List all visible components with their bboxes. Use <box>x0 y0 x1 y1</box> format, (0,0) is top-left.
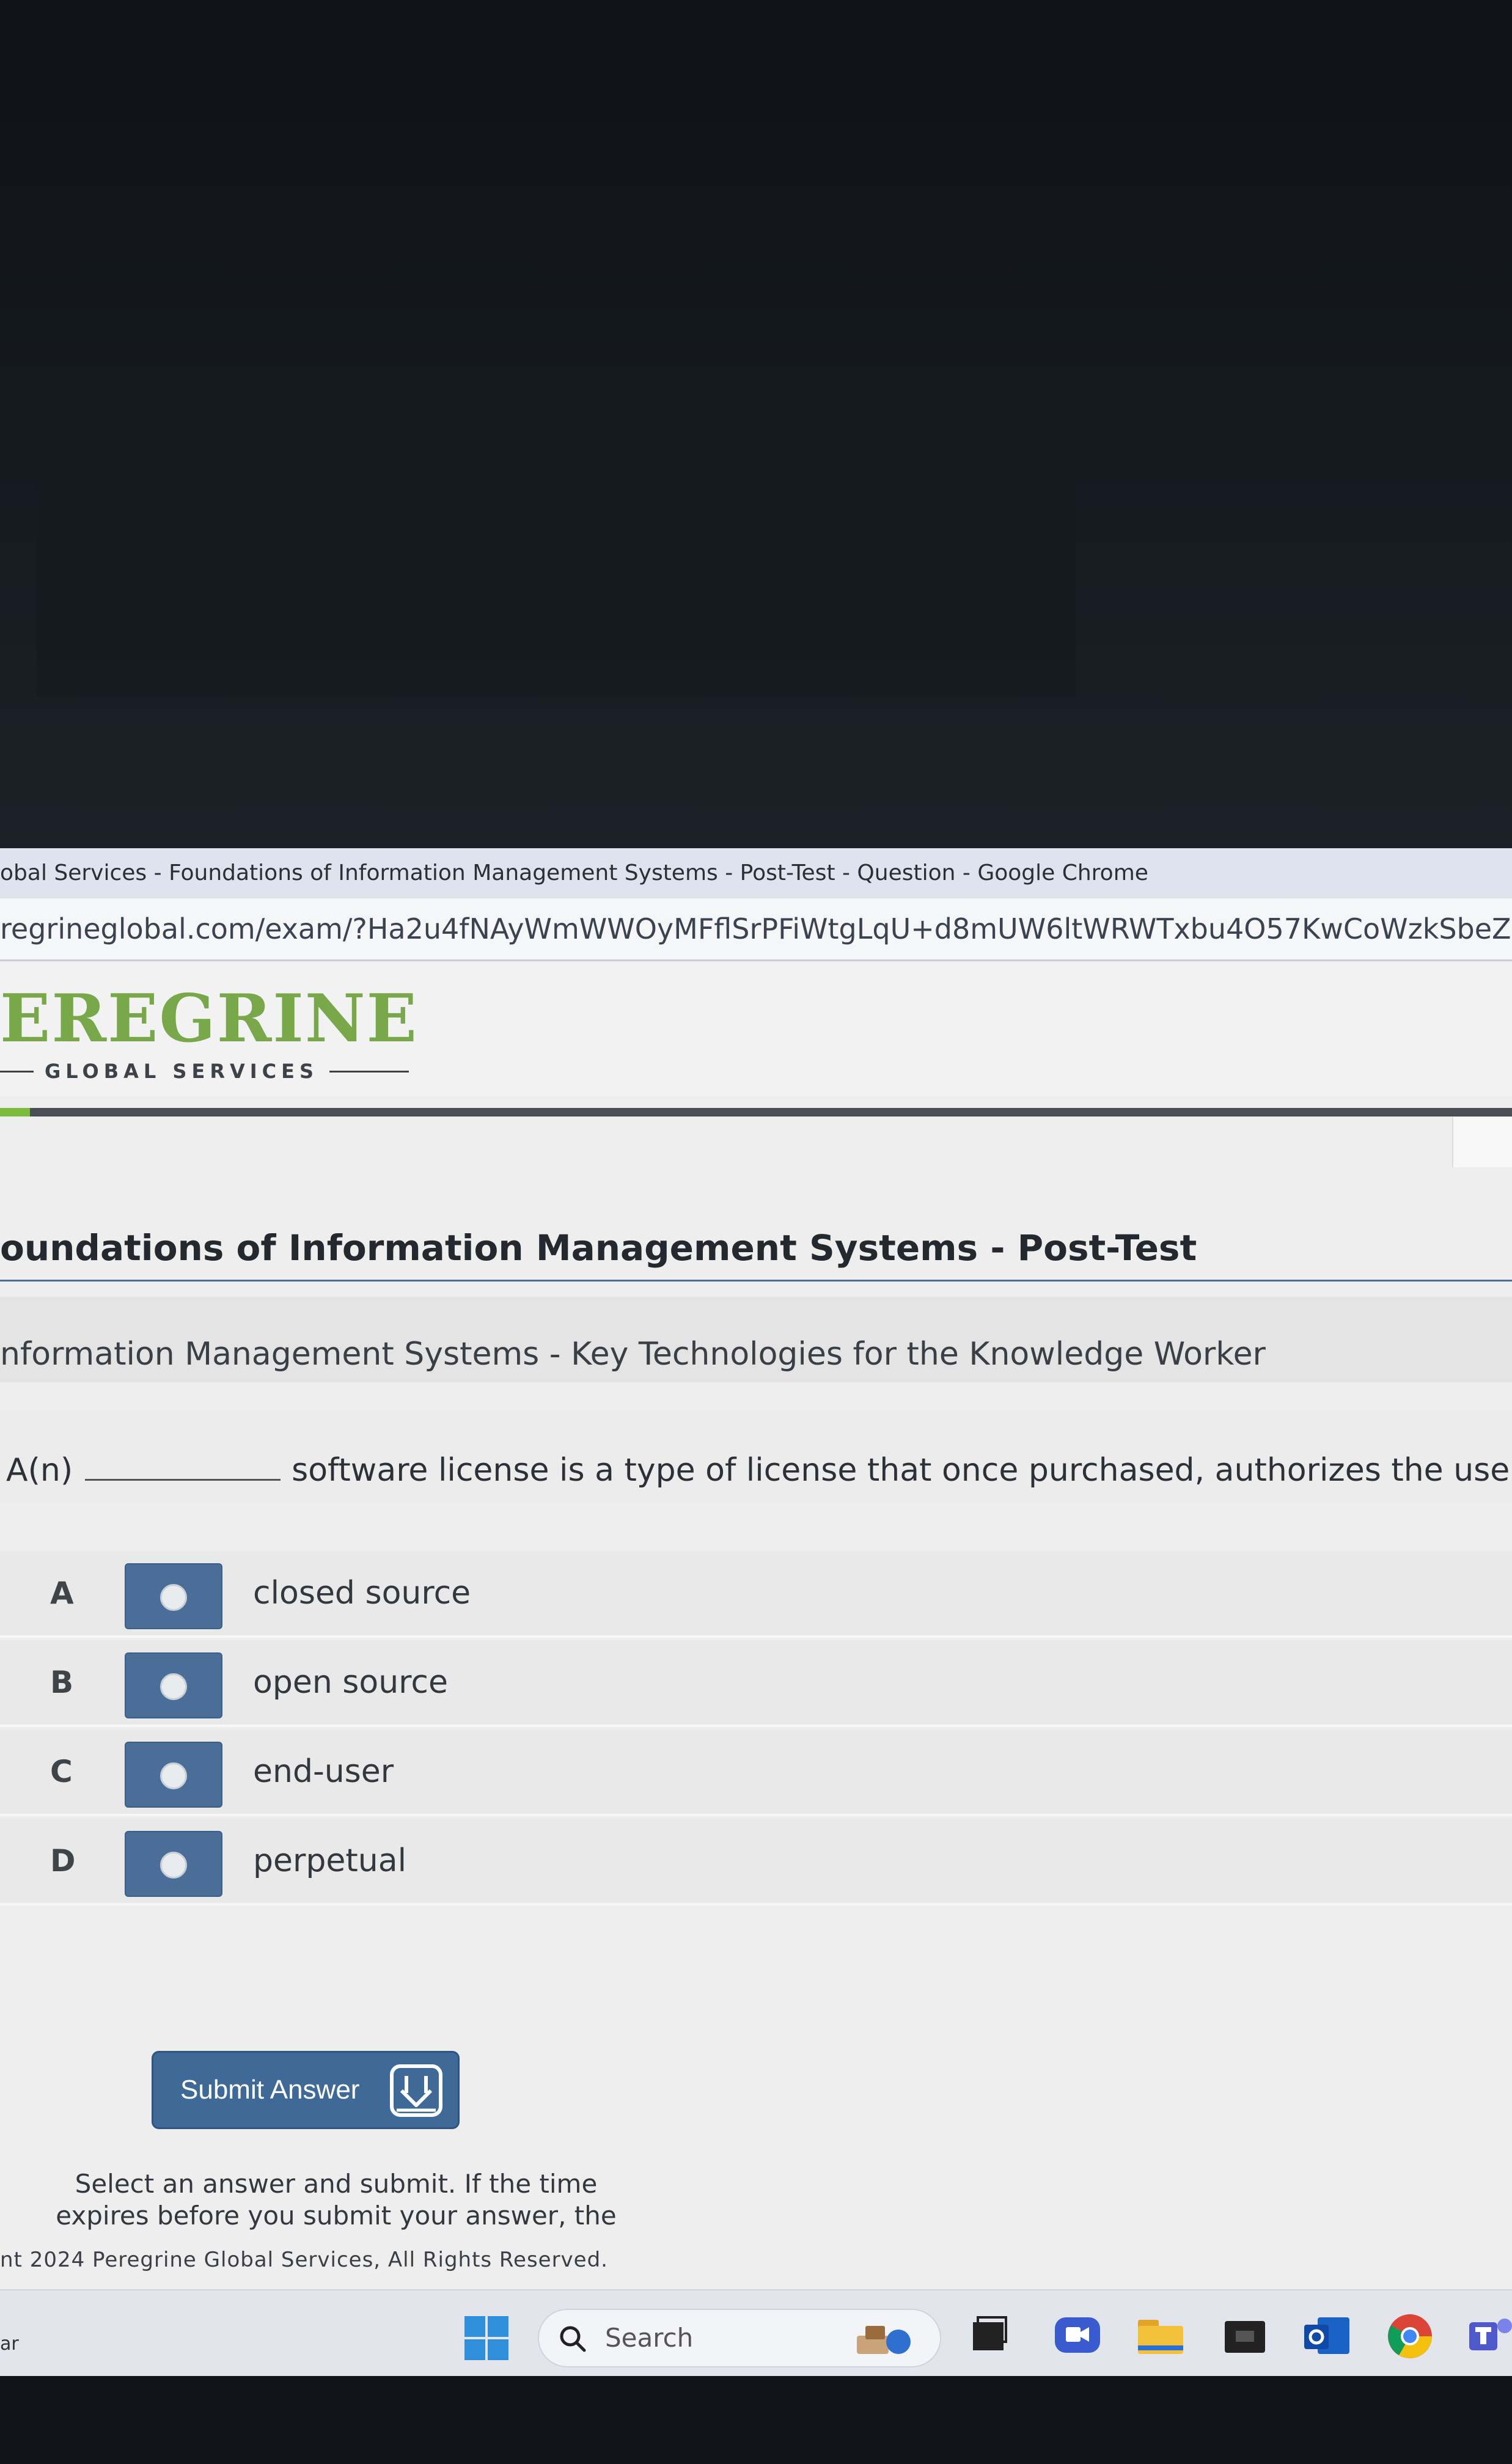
logo-tagline: GLOBAL SERVICES <box>0 1059 409 1084</box>
radio-dot-icon <box>160 1762 187 1789</box>
logo-wordmark: EREGRINE <box>0 980 418 1057</box>
logo-rule-left <box>0 1070 34 1072</box>
instructions-line: expires before you submit your answer, t… <box>56 2201 617 2231</box>
answer-option-c[interactable]: C end-user <box>0 1729 1512 1816</box>
teams-icon[interactable] <box>1464 2309 1512 2364</box>
submit-instructions: Select an answer and submit. If the time… <box>31 2168 642 2232</box>
logo-tagline-text: GLOBAL SERVICES <box>45 1060 319 1083</box>
timer-box <box>1452 1117 1512 1167</box>
search-highlight-icon <box>857 2326 911 2354</box>
exam-progress-bar <box>0 1108 1512 1116</box>
windows-start-icon[interactable] <box>464 2316 508 2360</box>
task-view-icon[interactable] <box>960 2309 1015 2364</box>
site-header: EREGRINE GLOBAL SERVICES <box>0 961 1512 1096</box>
meet-icon[interactable] <box>1050 2309 1105 2364</box>
window-titlebar: obal Services - Foundations of Informati… <box>0 848 1512 898</box>
store-icon[interactable] <box>1217 2309 1272 2364</box>
answer-option-b[interactable]: B open source <box>0 1640 1512 1727</box>
logo-rule-right <box>329 1070 409 1072</box>
answer-text: perpetual <box>253 1843 407 1879</box>
answer-text: open source <box>253 1664 448 1701</box>
outlook-icon[interactable] <box>1299 2309 1354 2364</box>
answer-letter: C <box>50 1754 73 1789</box>
exam-progress-fill <box>0 1108 31 1116</box>
answer-radio-d[interactable] <box>125 1831 222 1897</box>
answer-text: closed source <box>253 1575 471 1612</box>
question-blank <box>85 1454 281 1481</box>
instructions-line: Select an answer and submit. If the time <box>75 2169 598 2199</box>
answer-radio-c[interactable] <box>125 1742 222 1808</box>
topic-title: nformation Management Systems - Key Tech… <box>0 1336 1266 1373</box>
copyright-text: nt 2024 Peregrine Global Services, All R… <box>0 2248 608 2272</box>
radio-dot-icon <box>160 1852 187 1879</box>
radio-dot-icon <box>160 1673 187 1700</box>
taskbar-left-text: ar <box>0 2333 19 2355</box>
question-text: A(n) software license is a type of licen… <box>6 1452 1512 1489</box>
question-prefix: A(n) <box>6 1452 73 1489</box>
answer-option-a[interactable]: A closed source <box>0 1551 1512 1638</box>
exam-title: oundations of Information Management Sys… <box>0 1227 1512 1282</box>
submit-answer-button[interactable]: Submit Answer <box>152 2051 460 2129</box>
bezel-shadow <box>37 440 1076 697</box>
answer-letter: B <box>50 1665 74 1700</box>
answer-radio-b[interactable] <box>125 1652 222 1718</box>
download-tray-icon <box>390 2064 442 2117</box>
radio-dot-icon <box>160 1584 187 1611</box>
taskbar-search[interactable]: Search <box>538 2309 941 2367</box>
answer-text: end-user <box>253 1753 394 1790</box>
chrome-icon[interactable] <box>1382 2309 1437 2364</box>
answer-radio-a[interactable] <box>125 1563 222 1629</box>
submit-answer-label: Submit Answer <box>180 2075 360 2105</box>
file-explorer-icon[interactable] <box>1133 2309 1188 2364</box>
answer-letter: D <box>50 1843 76 1879</box>
answer-list: A closed source B open source C end-user… <box>0 1551 1512 1905</box>
monitor-bezel-top <box>0 0 1512 848</box>
windows-taskbar: ar Search <box>0 2289 1512 2376</box>
answer-letter: A <box>50 1575 74 1611</box>
search-icon <box>560 2326 586 2352</box>
monitor-bezel-bottom <box>0 2376 1512 2464</box>
answer-option-d[interactable]: D perpetual <box>0 1819 1512 1905</box>
taskbar-search-placeholder: Search <box>605 2323 694 2353</box>
address-bar[interactable]: regrineglobal.com/exam/?Ha2u4fNAyWmWWOyM… <box>0 898 1512 961</box>
screen: obal Services - Foundations of Informati… <box>0 848 1512 2376</box>
question-body: software license is a type of license th… <box>292 1452 1512 1489</box>
